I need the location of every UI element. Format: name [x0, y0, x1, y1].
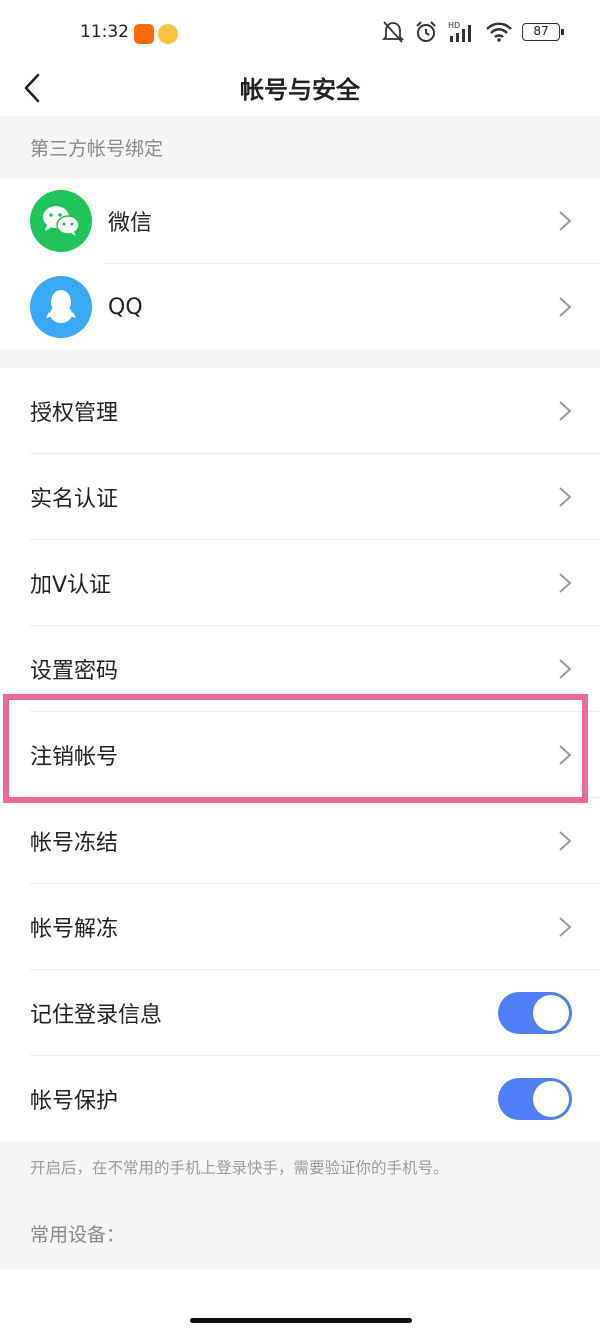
- remember-login-toggle[interactable]: [498, 992, 572, 1034]
- signal-icon: HD: [448, 21, 471, 42]
- row-label: 加V认证: [30, 573, 112, 598]
- chevron-right-icon: [559, 297, 572, 317]
- row-cancel-account[interactable]: 注销帐号: [0, 712, 600, 798]
- mute-bell-icon: [382, 21, 404, 43]
- mi-app-icon: [134, 24, 154, 44]
- row-v-verification[interactable]: 加V认证: [0, 540, 600, 626]
- row-label: 帐号保护: [30, 1089, 119, 1114]
- settings-group: 授权管理 实名认证 加V认证 设置密码 注销帐号 帐号冻结 帐号解冻 记住登录信…: [0, 368, 600, 1142]
- toggle-knob: [533, 995, 569, 1031]
- battery-indicator: 87: [522, 23, 564, 41]
- row-unfreeze-account[interactable]: 帐号解冻: [0, 884, 600, 970]
- row-label: 授权管理: [30, 401, 119, 426]
- alarm-icon: [416, 21, 436, 42]
- status-time: 11:32: [80, 22, 129, 42]
- home-indicator[interactable]: [190, 1318, 412, 1323]
- row-account-protection: 帐号保护: [0, 1056, 600, 1142]
- chevron-right-icon: [559, 659, 572, 679]
- chevron-right-icon: [559, 917, 572, 937]
- qq-row[interactable]: QQ: [0, 264, 600, 350]
- weibo-app-icon: [158, 24, 178, 44]
- devices-list: [0, 1269, 600, 1333]
- wechat-icon: [30, 190, 92, 252]
- third-party-group: 微信 QQ: [0, 178, 600, 350]
- qq-icon: [30, 276, 92, 338]
- row-label: 帐号冻结: [30, 831, 119, 856]
- chevron-right-icon: [559, 831, 572, 851]
- status-bar: 11:32 HD 87: [0, 0, 600, 66]
- account-protection-toggle[interactable]: [498, 1078, 572, 1120]
- section-header-devices: 常用设备：: [0, 1204, 600, 1266]
- hd-label: HD: [448, 21, 460, 30]
- status-icons: HD 87: [382, 20, 564, 44]
- row-label: 帐号解冻: [30, 917, 119, 942]
- wechat-label: 微信: [108, 211, 153, 236]
- wechat-row[interactable]: 微信: [0, 178, 600, 264]
- wifi-icon: [486, 22, 512, 42]
- row-label: 设置密码: [30, 659, 119, 684]
- row-remember-login: 记住登录信息: [0, 970, 600, 1056]
- page-title: 帐号与安全: [240, 76, 360, 104]
- chevron-right-icon: [559, 211, 572, 231]
- row-label: 记住登录信息: [30, 1003, 163, 1028]
- row-set-password[interactable]: 设置密码: [0, 626, 600, 712]
- protection-hint: 开启后，在不常用的手机上登录快手，需要验证你的手机号。: [0, 1142, 600, 1204]
- row-real-name-verification[interactable]: 实名认证: [0, 454, 600, 540]
- nav-bar: 帐号与安全: [0, 66, 600, 116]
- row-label: 实名认证: [30, 487, 119, 512]
- qq-label: QQ: [108, 294, 143, 320]
- toggle-knob: [533, 1081, 569, 1117]
- row-authorization-management[interactable]: 授权管理: [0, 368, 600, 454]
- chevron-right-icon: [559, 573, 572, 593]
- section-header-third-party: 第三方帐号绑定: [0, 116, 600, 178]
- chevron-right-icon: [559, 401, 572, 421]
- chevron-right-icon: [559, 745, 572, 765]
- chevron-right-icon: [559, 487, 572, 507]
- row-label: 注销帐号: [30, 745, 119, 770]
- section-gap: [0, 350, 600, 368]
- row-freeze-account[interactable]: 帐号冻结: [0, 798, 600, 884]
